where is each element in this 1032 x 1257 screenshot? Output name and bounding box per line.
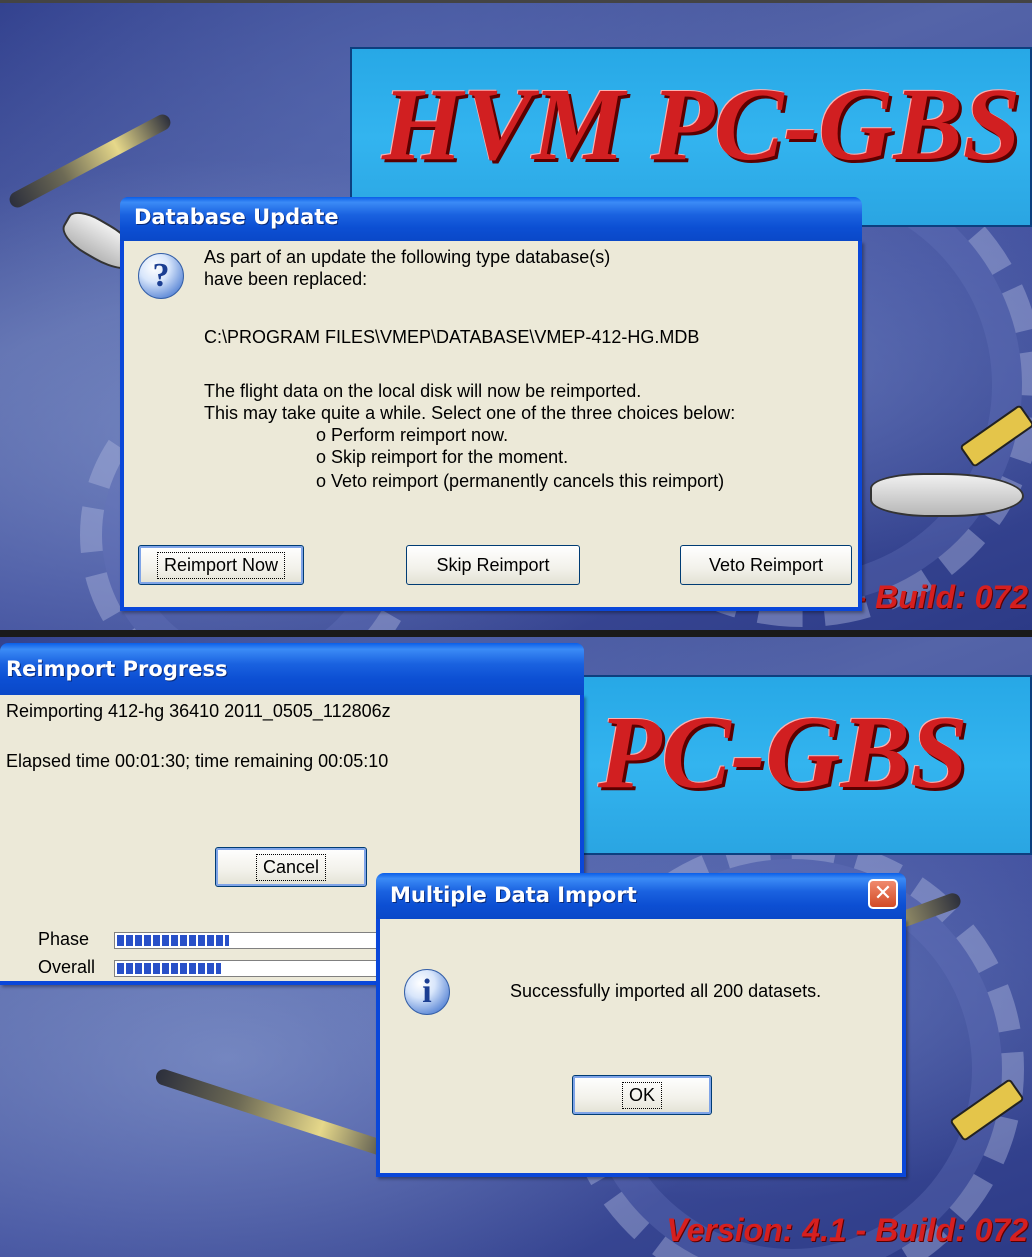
dialog-titlebar[interactable]: Reimport Progress xyxy=(0,643,584,695)
screenshot-divider xyxy=(0,630,1032,637)
dialog-option-line: o Veto reimport (permanently cancels thi… xyxy=(316,471,725,491)
elapsed-time-text: Elapsed time 00:01:30; time remaining 00… xyxy=(6,751,389,771)
dialog-message-line: This may take quite a while. Select one … xyxy=(204,403,736,423)
question-icon: ? xyxy=(138,253,184,299)
phase-label: Phase xyxy=(38,929,90,949)
multiple-data-import-dialog: Multiple Data Import ✕ i Successfully im… xyxy=(376,873,906,1177)
dialog-titlebar[interactable]: Database Update xyxy=(120,197,862,241)
dialog-message-line: have been replaced: xyxy=(204,269,368,289)
helicopter-graphic xyxy=(870,473,1024,517)
dialog-title: Multiple Data Import xyxy=(390,883,637,907)
app-title: PC-GBS xyxy=(598,695,968,810)
dialog-option-line: o Skip reimport for the moment. xyxy=(316,447,569,467)
close-icon[interactable]: ✕ xyxy=(868,879,898,909)
version-label: Version: 4.1 - Build: 072 xyxy=(666,1212,1028,1248)
title-banner: PC-GBS xyxy=(560,675,1032,855)
dialog-titlebar[interactable]: Multiple Data Import ✕ xyxy=(376,873,906,919)
dialog-title: Reimport Progress xyxy=(6,657,228,681)
overall-progress-fill xyxy=(117,963,222,974)
overall-label: Overall xyxy=(38,957,96,977)
dialog-message-line: As part of an update the following type … xyxy=(204,247,611,267)
reimport-status-text: Reimporting 412-hg 36410 2011_0505_11280… xyxy=(6,701,391,721)
app-title: HVM PC-GBS xyxy=(382,67,1021,182)
bottom-splash-screen: PC-GBS Version: 4.1 - Build: 072 Reimpor… xyxy=(0,637,1032,1257)
skip-reimport-button[interactable]: Skip Reimport xyxy=(406,545,580,585)
dialog-option-line: o Perform reimport now. xyxy=(316,425,509,445)
phase-progress-fill xyxy=(117,935,230,946)
rotor-blade-graphic xyxy=(153,1067,407,1163)
database-path: C:\PROGRAM FILES\VMEP\DATABASE\VMEP-412-… xyxy=(204,327,700,347)
cancel-button[interactable]: Cancel xyxy=(215,847,367,887)
phase-progress-bar xyxy=(114,932,394,949)
dialog-message-line: The flight data on the local disk will n… xyxy=(204,381,642,401)
reimport-now-button[interactable]: Reimport Now xyxy=(138,545,304,585)
veto-reimport-button[interactable]: Veto Reimport xyxy=(680,545,852,585)
dialog-title: Database Update xyxy=(134,205,339,229)
rotor-blade-graphic xyxy=(6,111,174,211)
info-icon: i xyxy=(404,969,450,1015)
top-splash-screen: HVM PC-GBS Version: 4.1 - Build: 072 Dat… xyxy=(0,0,1032,633)
import-success-message: Successfully imported all 200 datasets. xyxy=(510,981,822,1001)
database-update-dialog: Database Update ? As part of an update t… xyxy=(120,197,862,611)
overall-progress-bar xyxy=(114,960,394,977)
ok-button[interactable]: OK xyxy=(572,1075,712,1115)
